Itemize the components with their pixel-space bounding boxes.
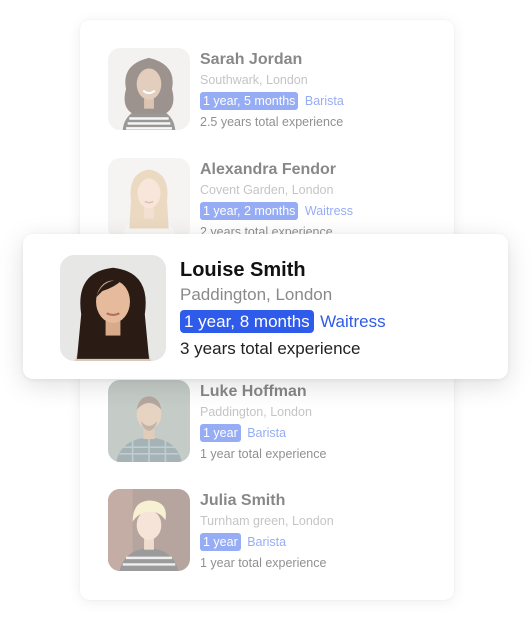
candidate-name: Alexandra Fendor <box>200 161 337 178</box>
total-experience: 2.5 years total experience <box>200 115 344 129</box>
experience-badge: 1 year, 5 months <box>200 92 299 110</box>
candidate-location: Southwark, London <box>200 73 308 87</box>
total-experience: 3 years total experience <box>180 339 361 358</box>
experience-badge: 1 year <box>200 424 241 442</box>
candidate-location: Paddington, London <box>200 405 312 419</box>
experience-badge: 1 year, 8 months <box>180 310 314 333</box>
role-label: Barista <box>247 535 287 549</box>
candidate-name: Sarah Jordan <box>200 51 303 68</box>
candidate-name: Luke Hoffman <box>200 383 307 400</box>
candidate-location: Paddington, London <box>180 285 333 304</box>
avatar <box>108 48 190 130</box>
candidate-card[interactable]: Sarah Jordan Southwark, London 1 year, 5… <box>80 48 454 132</box>
candidate-card[interactable]: Luke Hoffman Paddington, London 1 year B… <box>80 380 454 464</box>
avatar <box>108 380 190 462</box>
role-label: Barista <box>304 94 344 108</box>
avatar <box>108 158 190 240</box>
total-experience: 1 year total experience <box>200 556 327 570</box>
candidate-location: Turnham green, London <box>200 514 334 528</box>
candidate-location: Covent Garden, London <box>200 183 334 197</box>
candidate-card[interactable]: Julia Smith Turnham green, London 1 year… <box>80 489 454 573</box>
featured-candidate-card[interactable]: Louise Smith Paddington, London 1 year, … <box>23 234 508 379</box>
experience-badge: 1 year <box>200 533 241 551</box>
avatar <box>60 255 166 361</box>
experience-badge: 1 year, 2 months <box>200 202 299 220</box>
candidate-card[interactable]: Alexandra Fendor Covent Garden, London 1… <box>80 158 454 242</box>
candidate-name: Louise Smith <box>180 259 306 281</box>
role-label: Waitress <box>320 312 386 331</box>
total-experience: 1 year total experience <box>200 447 327 461</box>
avatar <box>108 489 190 571</box>
role-label: Waitress <box>304 204 354 218</box>
candidate-name: Julia Smith <box>200 492 286 509</box>
role-label: Barista <box>247 426 287 440</box>
